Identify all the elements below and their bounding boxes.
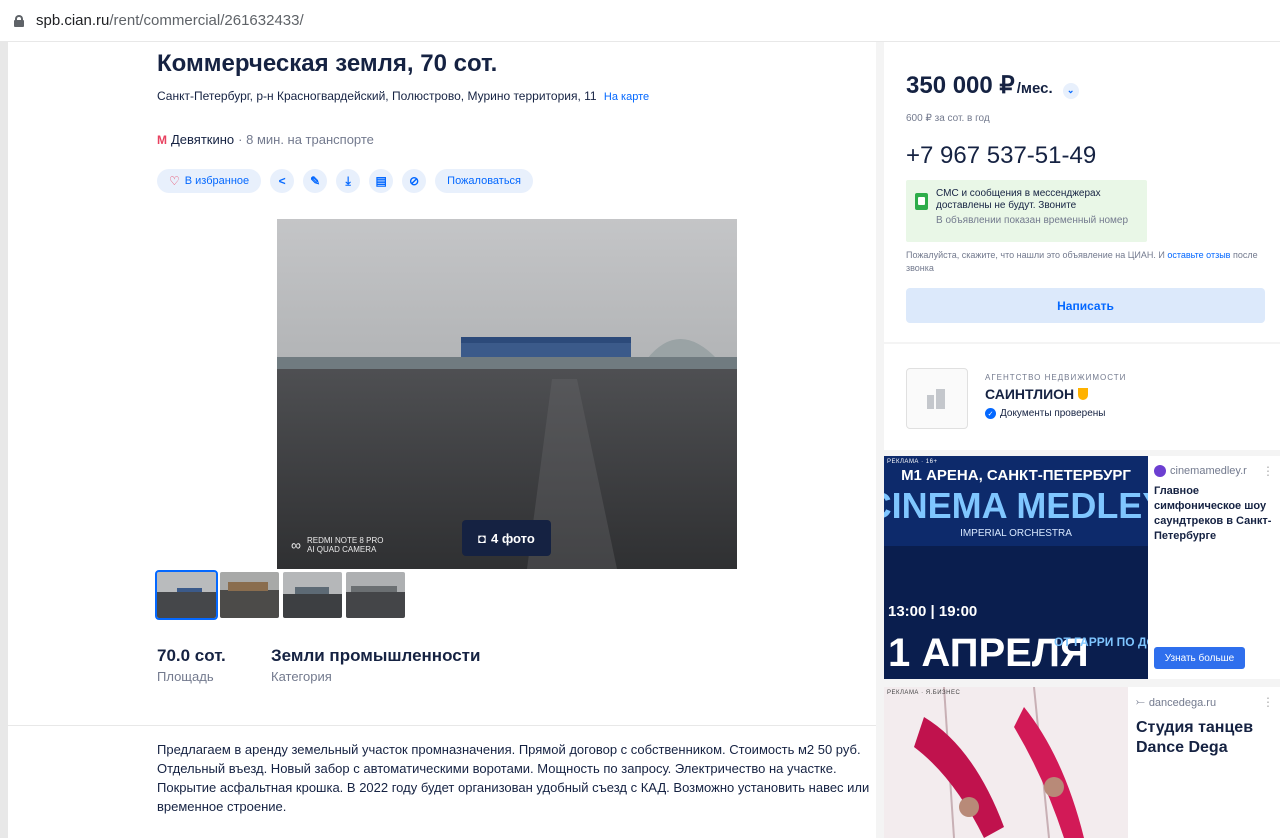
- ad-dance-text: ⤚ dancedega.ru Студия танцев Dance Dega: [1136, 696, 1276, 758]
- photo-image: [277, 219, 737, 569]
- ad-source[interactable]: ⤚ dancedega.ru: [1136, 696, 1276, 709]
- thumbnail-4[interactable]: [346, 572, 405, 618]
- listing-address: Санкт-Петербург, р-н Красногвардейский, …: [157, 87, 657, 107]
- url-domain: spb.cian.ru: [36, 12, 110, 29]
- edit-icon: ✎: [310, 174, 321, 188]
- write-button[interactable]: Написать: [906, 288, 1265, 323]
- download-icon: ⤓: [345, 173, 351, 188]
- ad-headline[interactable]: Студия танцев Dance Dega: [1136, 718, 1276, 758]
- section-divider: [8, 725, 876, 726]
- listing-main: Коммерческая земля, 70 сот. Санкт-Петерб…: [8, 42, 876, 838]
- main-photo[interactable]: ∞ REDMI NOTE 8 PRO AI QUAD CAMERA ◘ 4 фот…: [277, 219, 737, 569]
- address-text: Санкт-Петербург, р-н Красногвардейский, …: [157, 89, 597, 103]
- check-icon: ✓: [985, 408, 996, 419]
- svg-text:ОТ ГАРРИ ПО ДО ИНТЕРС: ОТ ГАРРИ ПО ДО ИНТЕРС: [1054, 635, 1148, 649]
- ad-learn-more-button[interactable]: Узнать больше: [1154, 647, 1245, 669]
- shield-icon: [1078, 388, 1089, 400]
- complain-button[interactable]: Пожаловаться: [435, 169, 534, 193]
- heart-icon: ♡: [169, 174, 180, 188]
- phone-number[interactable]: +7 967 537-51-49: [906, 142, 1096, 170]
- more-icon[interactable]: ⋮: [1262, 464, 1274, 478]
- fact-category-label: Категория: [271, 669, 332, 684]
- url-path: /rent/commercial/261632433/: [109, 12, 304, 29]
- thumbnail-2[interactable]: [220, 572, 279, 618]
- agency-card[interactable]: АГЕНТСТВО НЕДВИЖИМОСТИ САИНТЛИОН ✓ Докум…: [884, 344, 1280, 450]
- building-icon: [927, 388, 945, 409]
- more-icon[interactable]: ⋮: [1262, 695, 1274, 709]
- listing-description: Предлагаем в аренду земельный участок пр…: [157, 742, 870, 814]
- photo-count-label: 4 фото: [491, 530, 535, 546]
- ad-label: РЕКЛАМА · 16+: [887, 459, 938, 465]
- fact-category: Земли промышленности Категория: [271, 646, 480, 684]
- address-bar[interactable]: spb.cian.ru /rent/commercial/261632433/: [0, 0, 1280, 42]
- ad-cinema[interactable]: РЕКЛАМА · 16+ М1 АРЕНА, САНКТ-ПЕТЕРБУРГ …: [884, 456, 1280, 679]
- hide-button[interactable]: ⊘: [402, 169, 427, 193]
- price-unit: /мес.: [1016, 80, 1053, 97]
- feedback-note: Пожалуйста, скажите, что нашли это объяв…: [906, 250, 1258, 273]
- metro-time: · 8 мин. на транспорте: [238, 132, 374, 147]
- svg-text:IMPERIAL ORCHESTRA: IMPERIAL ORCHESTRA: [960, 528, 1072, 539]
- phone-icon: [915, 193, 928, 210]
- share-icon: <: [278, 174, 286, 188]
- metro-icon: M: [157, 132, 167, 147]
- price-value: 350 000 ₽: [906, 72, 1015, 99]
- svg-text:CINEMA MEDLEY: CINEMA MEDLEY: [884, 485, 1148, 526]
- agency-name[interactable]: САИНТЛИОН: [985, 386, 1089, 402]
- ad-headline[interactable]: Главное симфоническое шоу саундтреков в …: [1154, 484, 1280, 544]
- download-button[interactable]: ⤓: [336, 169, 361, 193]
- agency-logo: [906, 368, 968, 429]
- share-button[interactable]: <: [270, 169, 295, 193]
- lock-icon: [14, 14, 24, 27]
- svg-text:М1 АРЕНА, САНКТ-ПЕТЕРБУРГ: М1 АРЕНА, САНКТ-ПЕТЕРБУРГ: [901, 467, 1131, 484]
- favorite-label: В избранное: [184, 175, 250, 187]
- print-icon: ▤: [375, 174, 387, 188]
- thumbnail-3[interactable]: [283, 572, 342, 618]
- edit-button[interactable]: ✎: [303, 169, 328, 193]
- svg-text:13:00 | 19:00: 13:00 | 19:00: [888, 603, 977, 620]
- print-button[interactable]: ▤: [369, 169, 394, 193]
- thumbnail-strip: [155, 570, 405, 620]
- ad-dance[interactable]: РЕКЛАМА · Я.БИЗНЕС ⤚ dancedega.ru Студия…: [884, 687, 1280, 838]
- fact-area: 70.0 сот. Площадь: [157, 646, 226, 684]
- price-per-unit: 600 ₽ за сот. в год: [906, 113, 990, 124]
- sms-notice: СМС и сообщения в мессенджерах доставлен…: [906, 180, 1147, 242]
- fact-area-value: 70.0 сот.: [157, 646, 226, 665]
- sms-notice-line-2: доставлены не будут. Звоните: [936, 200, 1077, 211]
- sms-notice-line-3: В объявлении показан временный номер: [936, 215, 1129, 226]
- action-bar: ♡ В избранное < ✎ ⤓ ▤ ⊘ Пожаловаться: [157, 169, 534, 193]
- feedback-link[interactable]: оставьте отзыв: [1167, 250, 1230, 260]
- camera-icon: ◘: [478, 530, 487, 546]
- fact-category-value: Земли промышленности: [271, 646, 481, 665]
- chevron-down-icon[interactable]: ⌄: [1062, 82, 1079, 99]
- sms-notice-line-1: СМС и сообщения в мессенджерах: [936, 188, 1101, 199]
- link-icon: ⤚: [1136, 696, 1145, 708]
- ad-label: РЕКЛАМА · Я.БИЗНЕС: [887, 690, 961, 696]
- contact-card: 350 000 ₽ /мес. ⌄ 600 ₽ за сот. в год +7…: [884, 42, 1280, 342]
- camera-watermark: ∞ REDMI NOTE 8 PRO AI QUAD CAMERA: [291, 536, 384, 554]
- hide-icon: ⊘: [409, 174, 420, 188]
- thumbnail-1[interactable]: [155, 570, 218, 620]
- metro-station[interactable]: Девяткино: [171, 132, 234, 147]
- favorite-button[interactable]: ♡ В избранное: [157, 169, 262, 193]
- price: 350 000 ₽ /мес. ⌄: [906, 71, 1079, 100]
- ad-dance-image[interactable]: РЕКЛАМА · Я.БИЗНЕС: [884, 687, 1128, 838]
- listing-title: Коммерческая земля, 70 сот.: [157, 50, 498, 77]
- left-gutter: [0, 42, 8, 838]
- photo-count-button[interactable]: ◘ 4 фото: [462, 520, 551, 556]
- agency-type: АГЕНТСТВО НЕДВИЖИМОСТИ: [985, 373, 1127, 382]
- source-icon: [1154, 465, 1166, 477]
- agency-verified: ✓ Документы проверены: [985, 408, 1105, 419]
- metro-info: M Девяткино · 8 мин. на транспорте: [157, 132, 374, 147]
- map-link[interactable]: На карте: [604, 91, 649, 103]
- fact-area-label: Площадь: [157, 669, 214, 684]
- ad-cinema-banner[interactable]: РЕКЛАМА · 16+ М1 АРЕНА, САНКТ-ПЕТЕРБУРГ …: [884, 456, 1148, 679]
